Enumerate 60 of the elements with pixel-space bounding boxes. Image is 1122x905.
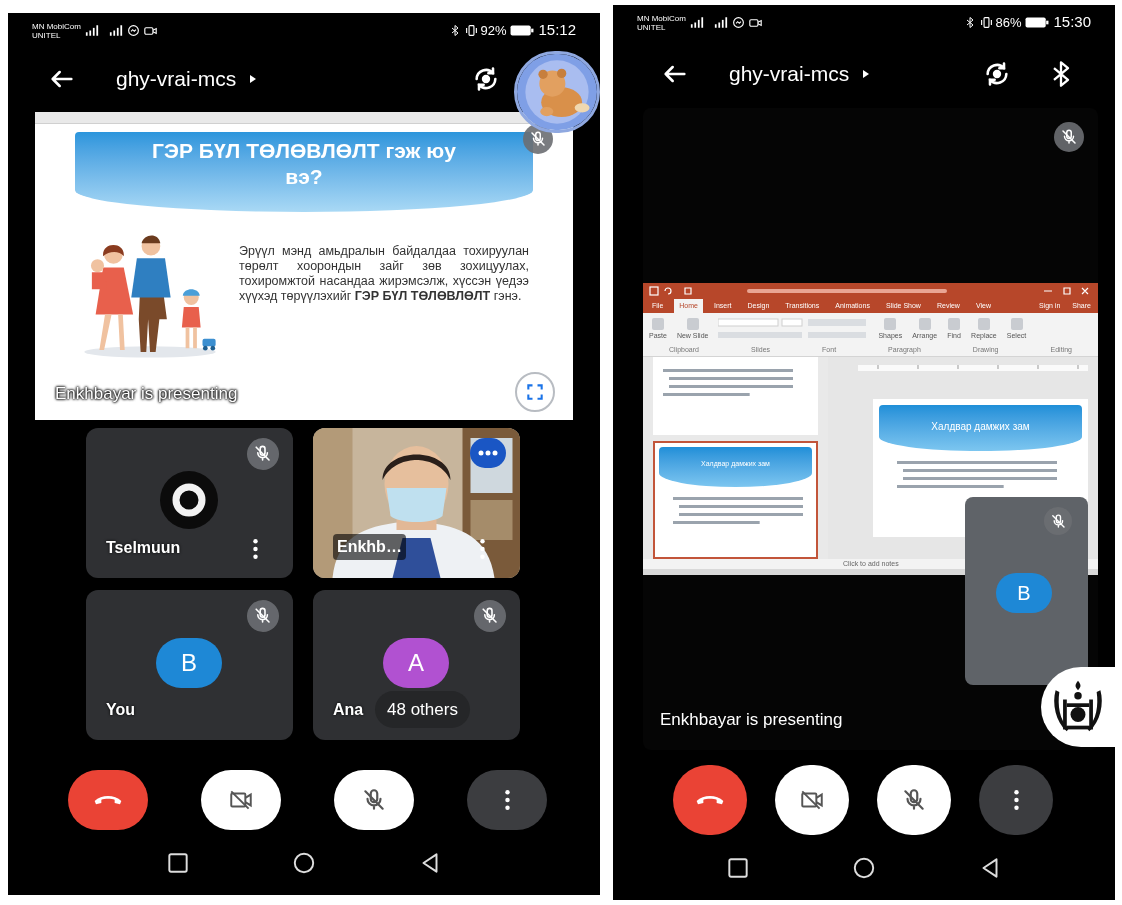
presenter-label: Enkhbayar is presenting	[55, 382, 238, 406]
camera-off-button[interactable]	[201, 770, 281, 830]
end-call-button[interactable]	[68, 770, 148, 830]
presenter-label: Enkhbayar is presenting	[660, 708, 843, 731]
participant-name: Tselmuun	[106, 538, 181, 558]
vibrate-icon	[980, 16, 994, 29]
ribbon-icon	[883, 316, 898, 331]
avatar-icon	[159, 470, 219, 530]
participant-name: You	[106, 700, 136, 720]
carrier-name: MN MobiCom	[32, 21, 81, 31]
camera-icon	[748, 17, 762, 28]
meeting-code[interactable]: ghy-vrai-mcs	[729, 58, 850, 90]
mic-off-icon	[361, 787, 387, 813]
ribbon-icon	[650, 316, 665, 331]
more-icon	[504, 790, 510, 810]
microphone-off-button[interactable]	[334, 770, 414, 830]
carrier-name: UNITEL	[637, 22, 667, 32]
slide-title: Халдвар дамжих зам	[931, 419, 1030, 434]
avatar: A	[383, 638, 449, 688]
switch-camera-icon	[472, 65, 500, 93]
chat-icon	[126, 24, 140, 37]
ribbon-icon	[1009, 316, 1024, 331]
fullscreen-icon	[525, 382, 545, 402]
slide-thumbnail[interactable]	[653, 356, 818, 435]
signal-icon	[108, 25, 123, 36]
battery-icon	[1025, 17, 1050, 28]
carrier-name: UNITEL	[32, 30, 62, 40]
more-icon	[1013, 790, 1019, 810]
ribbon-icon	[947, 316, 962, 331]
switch-camera-button[interactable]	[472, 65, 500, 93]
battery-percent: 92%	[480, 21, 507, 40]
slide-title: ГЭР БҮЛ ТӨЛӨВЛӨЛТ гэж юу вэ?	[151, 138, 457, 190]
meeting-code[interactable]: ghy-vrai-mcs	[116, 63, 237, 95]
signal-icon	[84, 25, 99, 36]
clock: 15:12	[538, 20, 576, 41]
hang-up-icon	[94, 795, 122, 805]
battery-icon	[510, 25, 535, 36]
mic-off-icon	[901, 787, 927, 813]
carrier-name: MN MobiCom	[637, 13, 686, 23]
signal-icon	[713, 17, 728, 28]
slide-body-text: Эрүүл мэнд амьдралын байдалдаа тохируулан төрөлт хоорондын зайг зөв зохицуулах, тохиромжтой насандаа жирэмсэлж, хүссэн үедээ хүүхэд төрүүлэхийг ГЭР БҮЛ ТӨЛӨВЛӨЛТ гэнэ.	[239, 244, 529, 304]
clock: 15:30	[1053, 12, 1091, 33]
switch-camera-icon	[983, 60, 1011, 88]
others-count-badge[interactable]: 48 others	[375, 690, 470, 728]
chat-icon	[731, 16, 745, 29]
ribbon-icon	[976, 316, 991, 331]
participant-name: Ana	[333, 700, 364, 720]
more-icon	[479, 539, 485, 559]
more-icon	[252, 539, 258, 559]
battery-percent: 86%	[995, 13, 1022, 32]
vibrate-icon	[465, 24, 479, 37]
avatar: B	[156, 638, 222, 688]
signal-icon	[689, 17, 704, 28]
avatar: B	[996, 573, 1052, 613]
ribbon-icon	[685, 316, 700, 331]
participant-name: Enkhb…	[333, 534, 406, 560]
ribbon-icon	[917, 316, 932, 331]
hang-up-icon	[696, 795, 724, 805]
switch-camera-button[interactable]	[983, 60, 1011, 88]
camera-icon	[143, 25, 157, 36]
